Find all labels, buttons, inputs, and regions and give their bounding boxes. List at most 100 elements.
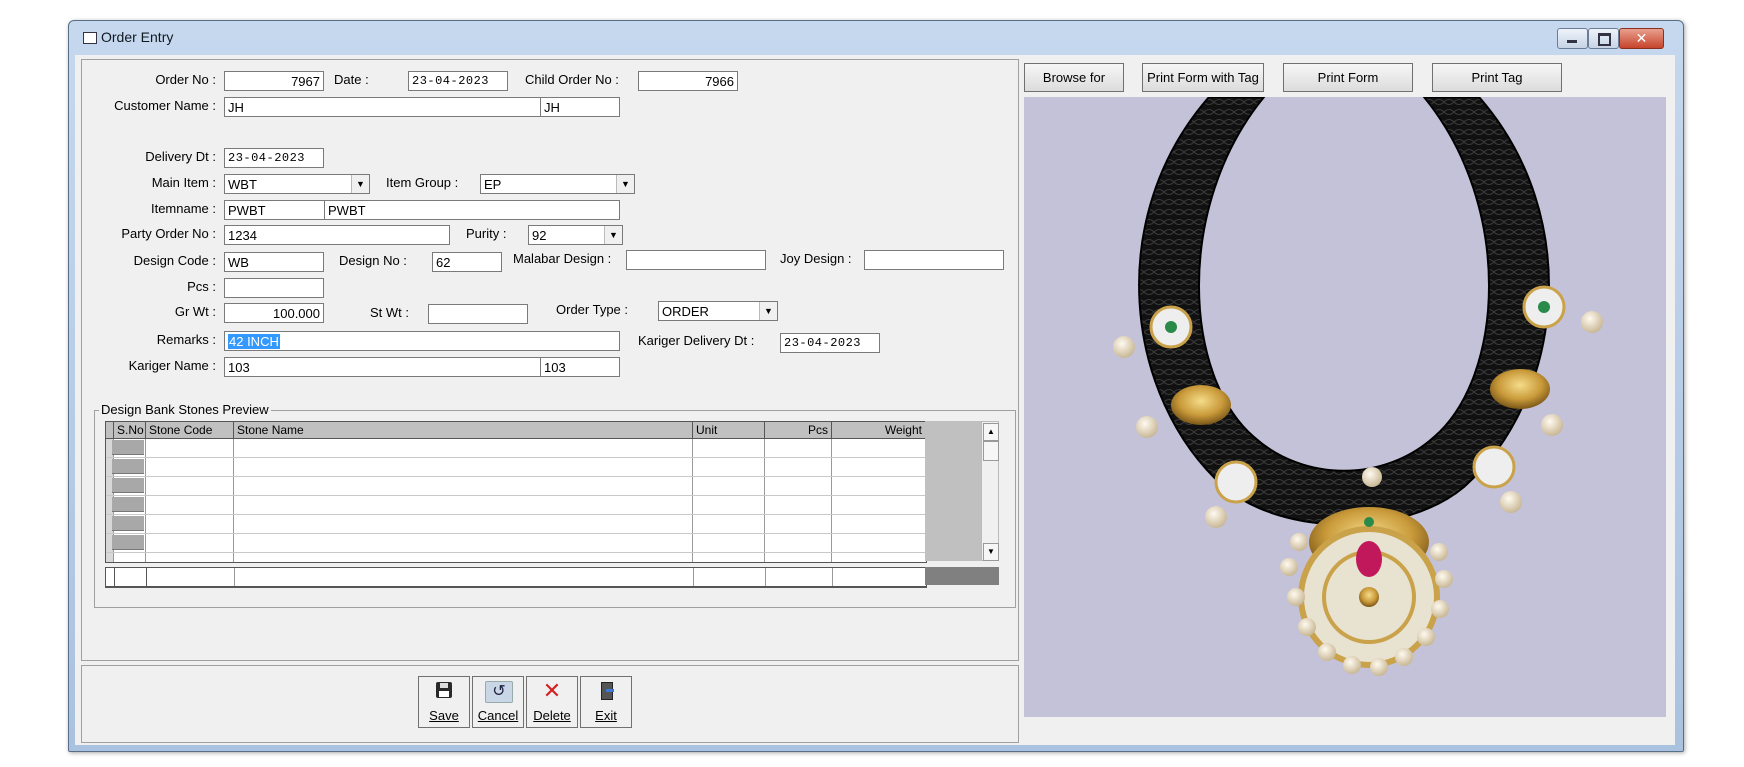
delete-button[interactable]: ✕ Delete — [526, 676, 578, 728]
kariger-delivery-dt-field[interactable]: 23-04-2023 — [780, 333, 880, 353]
exit-button[interactable]: Exit — [580, 676, 632, 728]
remarks-selected-text: 42 INCH — [228, 334, 280, 349]
maximize-button[interactable] — [1588, 28, 1619, 49]
kariger-name-field[interactable]: 103 — [224, 357, 541, 377]
row-header[interactable] — [112, 440, 144, 455]
stones-grid[interactable]: S.No Stone Code Stone Name Unit Pcs Weig… — [105, 421, 927, 563]
table-row[interactable] — [106, 514, 926, 515]
st-wt-label: St Wt : — [370, 305, 409, 320]
grid-corner — [106, 422, 114, 439]
window-client-area: Order No : 7967 Date : 23-04-2023 Child … — [75, 55, 1675, 745]
print-form-with-tag-button[interactable]: Print Form with Tag — [1142, 63, 1264, 92]
remarks-label: Remarks : — [156, 332, 216, 347]
kariger-code-field[interactable]: 103 — [540, 357, 620, 377]
gr-wt-label: Gr Wt : — [174, 304, 216, 319]
child-order-no-field[interactable]: 7966 — [638, 71, 738, 91]
chevron-down-icon[interactable]: ▼ — [351, 175, 369, 193]
column-header-pcs[interactable]: Pcs — [765, 422, 832, 439]
row-header[interactable] — [112, 535, 144, 550]
order-type-combo[interactable]: ORDER ▼ — [658, 301, 778, 321]
order-form-panel: Order No : 7967 Date : 23-04-2023 Child … — [81, 59, 1019, 661]
browse-photo-button[interactable]: Browse for Photo — [1024, 63, 1124, 112]
item-group-value: EP — [484, 177, 502, 192]
row-header[interactable] — [112, 516, 144, 531]
design-code-field[interactable]: WB — [224, 252, 324, 272]
pcs-field[interactable] — [224, 278, 324, 298]
purity-label: Purity : — [466, 226, 507, 241]
joy-design-field[interactable] — [864, 250, 1004, 270]
cancel-button[interactable]: ↺ Cancel — [472, 676, 524, 728]
row-header[interactable] — [112, 459, 144, 474]
grid-vertical-scrollbar[interactable]: ▲ ▼ — [981, 421, 999, 561]
malabar-design-label: Malabar Design : — [513, 251, 612, 266]
save-label: Save — [429, 708, 459, 723]
item-group-label: Item Group : — [386, 175, 459, 190]
order-type-label: Order Type : — [556, 302, 629, 317]
scroll-down-icon[interactable]: ▼ — [983, 543, 999, 561]
order-entry-window: Order Entry ✕ Order No : 7967 Date : 23-… — [68, 20, 1684, 752]
table-row[interactable] — [106, 495, 926, 496]
table-row[interactable] — [106, 552, 926, 553]
customer-name-label: Customer Name : — [114, 98, 216, 113]
table-row[interactable] — [106, 476, 926, 477]
design-code-label: Design Code : — [133, 253, 216, 268]
row-header[interactable] — [112, 478, 144, 493]
scroll-up-icon[interactable]: ▲ — [983, 423, 999, 441]
action-button-panel: Save ↺ Cancel ✕ Delete Exit — [81, 665, 1019, 743]
scroll-thumb[interactable] — [983, 441, 999, 461]
grid-totals-empty — [925, 567, 999, 585]
party-order-no-label: Party Order No : — [121, 226, 216, 241]
pcs-label: Pcs : — [187, 279, 216, 294]
app-icon — [83, 32, 97, 44]
floppy-disk-icon — [431, 681, 457, 701]
stones-preview-group: Design Bank Stones Preview S.No Stone Co… — [94, 402, 1016, 608]
title-bar[interactable]: Order Entry ✕ — [69, 21, 1683, 53]
print-tag-button[interactable]: Print Tag — [1432, 63, 1562, 92]
main-item-value: WBT — [228, 177, 257, 192]
column-header-sno[interactable]: S.No — [114, 422, 146, 439]
red-x-icon: ✕ — [542, 678, 562, 703]
column-header-weight[interactable]: Weight — [832, 422, 926, 439]
table-row[interactable] — [106, 457, 926, 458]
itemname-code-field[interactable]: PWBT — [224, 200, 325, 220]
main-item-combo[interactable]: WBT ▼ — [224, 174, 370, 194]
item-group-combo[interactable]: EP ▼ — [480, 174, 635, 194]
delete-label: Delete — [533, 708, 571, 723]
close-button[interactable]: ✕ — [1619, 28, 1664, 49]
itemname-field[interactable]: PWBT — [324, 200, 620, 220]
column-header-stone-code[interactable]: Stone Code — [146, 422, 234, 439]
customer-name-field[interactable]: JH — [224, 97, 541, 117]
column-header-unit[interactable]: Unit — [693, 422, 765, 439]
save-button[interactable]: Save — [418, 676, 470, 728]
remarks-field[interactable]: 42 INCH — [224, 331, 620, 351]
order-no-field[interactable]: 7967 — [224, 71, 324, 91]
date-label: Date : — [334, 72, 369, 87]
design-no-field[interactable]: 62 — [432, 252, 502, 272]
st-wt-field[interactable] — [428, 304, 528, 324]
exit-label: Exit — [595, 708, 617, 723]
kariger-name-label: Kariger Name : — [128, 358, 216, 373]
purity-value: 92 — [532, 228, 547, 243]
chevron-down-icon[interactable]: ▼ — [604, 226, 622, 244]
column-header-stone-name[interactable]: Stone Name — [234, 422, 693, 439]
table-row[interactable] — [106, 533, 926, 534]
gr-wt-field[interactable]: 100.000 — [224, 303, 324, 323]
child-order-no-label: Child Order No : — [525, 72, 619, 87]
cancel-label: Cancel — [477, 708, 519, 723]
date-field[interactable]: 23-04-2023 — [408, 71, 508, 91]
customer-code-field[interactable]: JH — [540, 97, 620, 117]
minimize-button[interactable] — [1557, 28, 1588, 49]
window-title: Order Entry — [101, 29, 174, 45]
chevron-down-icon[interactable]: ▼ — [616, 175, 634, 193]
pendant — [1280, 507, 1453, 676]
order-no-label: Order No : — [155, 72, 216, 87]
exit-door-icon — [593, 681, 619, 701]
row-header[interactable] — [112, 497, 144, 512]
malabar-design-field[interactable] — [626, 250, 766, 270]
party-order-no-field[interactable]: 1234 — [224, 225, 450, 245]
print-form-button[interactable]: Print Form — [1283, 63, 1413, 92]
delivery-dt-field[interactable]: 23-04-2023 — [224, 148, 324, 168]
delivery-dt-label: Delivery Dt : — [145, 149, 216, 164]
chevron-down-icon[interactable]: ▼ — [759, 302, 777, 320]
purity-combo[interactable]: 92 ▼ — [528, 225, 623, 245]
